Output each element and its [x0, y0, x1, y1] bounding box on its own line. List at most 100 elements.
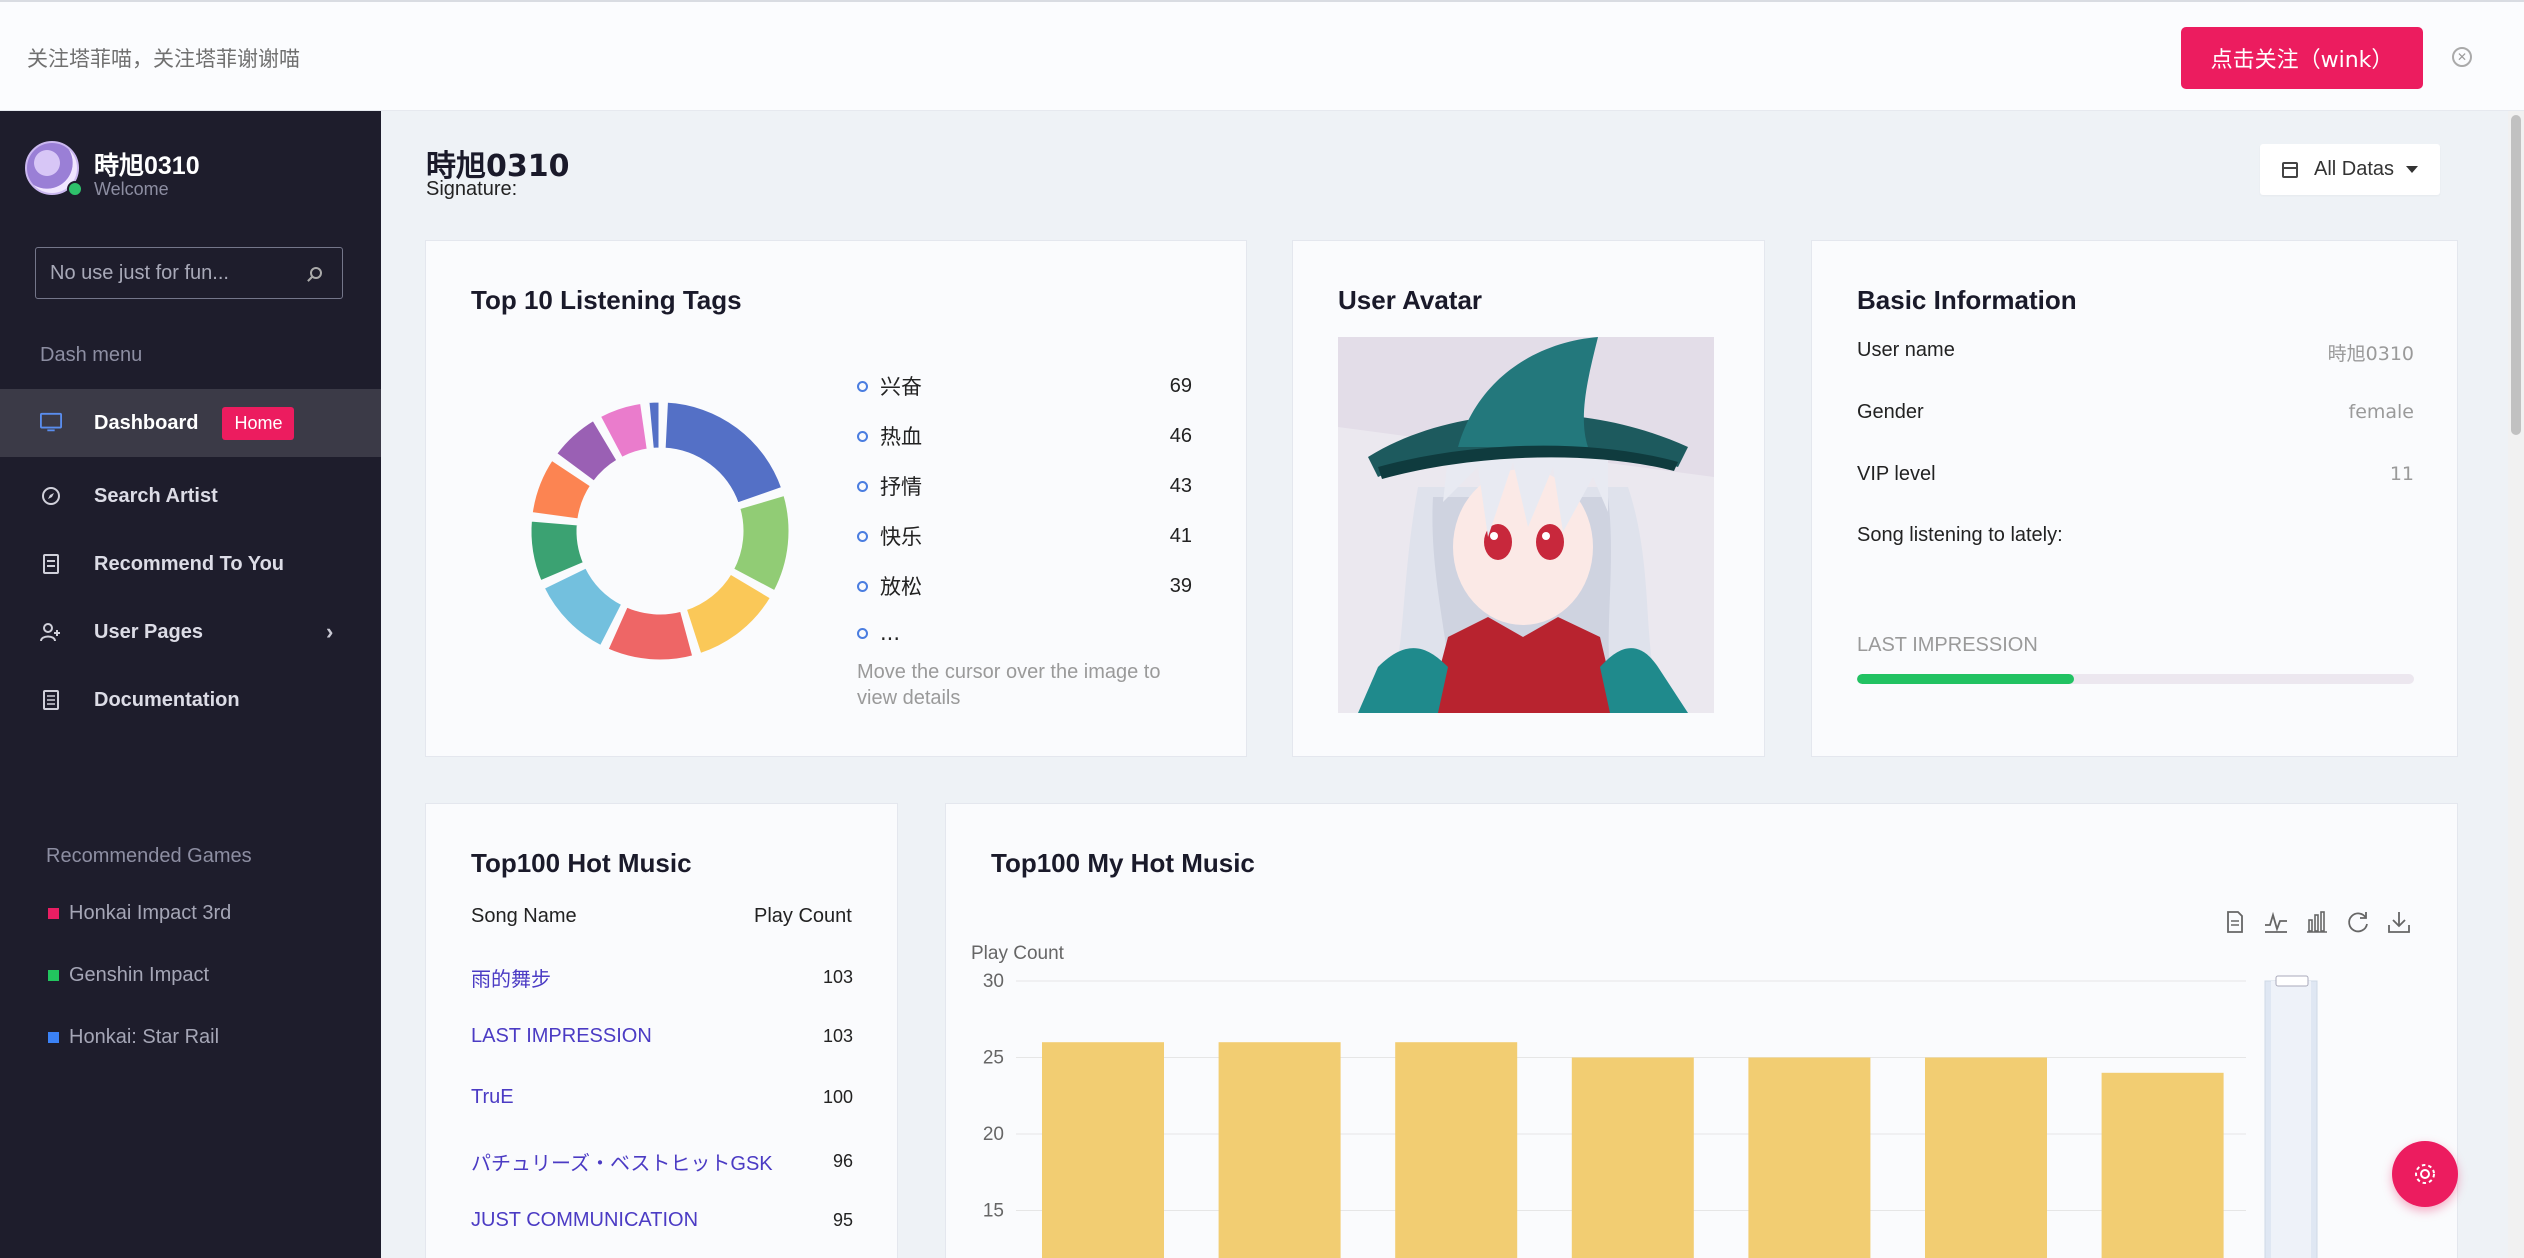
user-plus-icon [40, 621, 62, 643]
bar[interactable] [1042, 1042, 1164, 1258]
game-label: Honkai: Star Rail [69, 1026, 220, 1048]
song-name-link[interactable]: パチュリーズ・ベストヒットGSK [471, 1147, 773, 1176]
play-count: 103 [822, 1026, 853, 1046]
donut-slice[interactable] [683, 571, 774, 657]
info-row-username: User name 時旭0310 [1857, 339, 2414, 366]
column-header-song: Song Name [471, 905, 577, 927]
card-title: Top100 Hot Music [471, 848, 692, 878]
table-row[interactable]: パチュリーズ・ベストヒットGSK 96 [471, 1147, 853, 1176]
calendar-icon [2282, 161, 2298, 178]
info-value: 11 [2389, 463, 2414, 485]
info-label: VIP level [1857, 463, 1936, 485]
close-icon[interactable]: ✕ [2452, 47, 2472, 67]
legend-item[interactable]: 热血 46 [857, 421, 1192, 451]
sidebar-item-user-pages[interactable]: User Pages › [0, 598, 381, 666]
legend-item[interactable]: 抒情 43 [857, 471, 1192, 501]
legend-dot-icon [857, 530, 868, 542]
game-color-marker [48, 970, 59, 981]
sidebar-item-documentation[interactable]: Documentation [0, 666, 381, 734]
sidebar: 時旭0310 Welcome Dash menu Dashboard Home … [0, 111, 381, 1258]
donut-slice[interactable] [730, 492, 792, 594]
bar[interactable] [1571, 1057, 1694, 1258]
bar[interactable] [1395, 1042, 1518, 1258]
song-name-link[interactable]: TruE [471, 1086, 514, 1109]
bar[interactable] [1748, 1057, 1871, 1258]
sidebar-item-dashboard[interactable]: Dashboard Home [0, 389, 381, 457]
all-datas-dropdown[interactable]: All Datas [2260, 144, 2440, 195]
avatar-card: User Avatar [1292, 240, 1765, 757]
ticket-icon [40, 553, 62, 575]
caret-down-icon [2406, 166, 2419, 173]
legend-dot-icon [857, 580, 868, 592]
sidebar-item-label: Search Artist [94, 484, 218, 507]
recommended-games-title: Recommended Games [46, 845, 252, 867]
card-title: Top 10 Listening Tags [471, 285, 742, 315]
my-hot-music-bar-chart[interactable]: Play Count 15 20 25 30 [971, 934, 2371, 1258]
table-row[interactable]: JUST COMMUNICATION 95 [471, 1209, 853, 1232]
gear-icon [2415, 1164, 2435, 1184]
table-row[interactable]: 雨的舞步 103 [471, 963, 853, 992]
datazoom-track[interactable] [2271, 981, 2311, 1258]
game-color-marker [48, 908, 59, 919]
info-row-vip: VIP level 11 [1857, 463, 2414, 486]
game-label: Genshin Impact [69, 964, 210, 986]
info-label: Song listening to lately: [1857, 524, 2063, 546]
song-name-link[interactable]: JUST COMMUNICATION [471, 1209, 698, 1232]
info-label: User name [1857, 339, 1955, 361]
sidebar-item-recommend[interactable]: Recommend To You [0, 530, 381, 598]
game-link-genshin-impact[interactable]: Genshin Impact [48, 964, 209, 987]
legend-item[interactable]: 放松 39 [857, 571, 1192, 601]
donut-slice[interactable] [646, 399, 662, 451]
download-icon[interactable] [2386, 909, 2412, 935]
chart-toolbox [2222, 909, 2427, 935]
donut-slice[interactable] [541, 565, 625, 649]
column-header-count: Play Count [754, 905, 852, 927]
card-title: User Avatar [1338, 285, 1483, 315]
legend-item[interactable]: 兴奋 69 [857, 371, 1192, 401]
settings-fab-button[interactable] [2392, 1141, 2458, 1207]
y-axis-label: Play Count [971, 943, 1065, 964]
donut-slice[interactable] [662, 399, 785, 506]
sidebar-item-label: Dashboard [94, 411, 199, 434]
legend-name: 热血 [880, 425, 922, 449]
tags-donut-chart[interactable] [510, 381, 810, 681]
game-link-star-rail[interactable]: Honkai: Star Rail [48, 1026, 219, 1049]
refresh-icon[interactable] [2345, 909, 2371, 935]
document-icon[interactable] [2222, 909, 2248, 935]
y-tick-label: 30 [983, 971, 1004, 992]
legend-name: 快乐 [880, 525, 922, 549]
legend-item[interactable]: ... [857, 621, 1192, 645]
tags-card: Top 10 Listening Tags 兴奋 69 热血 46 抒情 43 快乐 4… [425, 240, 1247, 757]
play-count: 103 [822, 967, 853, 987]
datazoom-handle[interactable] [2275, 975, 2309, 987]
game-link-honkai-impact[interactable]: Honkai Impact 3rd [48, 902, 231, 925]
user-avatar-image[interactable] [1338, 337, 1714, 713]
page-scrollbar[interactable] [2508, 111, 2524, 1258]
bar-chart-icon[interactable] [2304, 909, 2330, 935]
legend-name: 放松 [880, 575, 922, 599]
play-count: 100 [822, 1087, 853, 1107]
song-name-link[interactable]: 雨的舞步 [471, 963, 551, 992]
bar[interactable] [2101, 1072, 2224, 1258]
profile-name: 時旭0310 [94, 152, 200, 180]
song-name-link[interactable]: LAST IMPRESSION [471, 1025, 652, 1048]
game-color-marker [48, 1032, 59, 1043]
dash-menu-title: Dash menu [40, 344, 143, 366]
line-chart-icon[interactable] [2263, 909, 2289, 935]
table-row[interactable]: LAST IMPRESSION 103 [471, 1025, 853, 1048]
table-row[interactable]: TruE 100 [471, 1086, 853, 1109]
legend-item[interactable]: 快乐 41 [857, 521, 1192, 551]
bar[interactable] [1925, 1057, 2047, 1258]
donut-slice[interactable] [605, 604, 696, 663]
bar[interactable] [1218, 1042, 1341, 1258]
online-status-icon [67, 181, 83, 197]
sidebar-item-label: User Pages [94, 620, 203, 643]
top-banner: 关注塔菲喵，关注塔菲谢谢喵 点击关注（wink） ✕ [0, 0, 2524, 111]
search-icon[interactable] [310, 267, 322, 279]
hot-music-card: Top100 Hot Music Song Name Play Count 雨的… [425, 803, 898, 1258]
sidebar-item-search-artist[interactable]: Search Artist [0, 462, 381, 530]
card-title: Top100 My Hot Music [991, 848, 1255, 878]
sidebar-search-input[interactable] [35, 247, 343, 299]
follow-button[interactable]: 点击关注（wink） [2181, 27, 2423, 89]
scrollbar-thumb[interactable] [2511, 115, 2521, 435]
